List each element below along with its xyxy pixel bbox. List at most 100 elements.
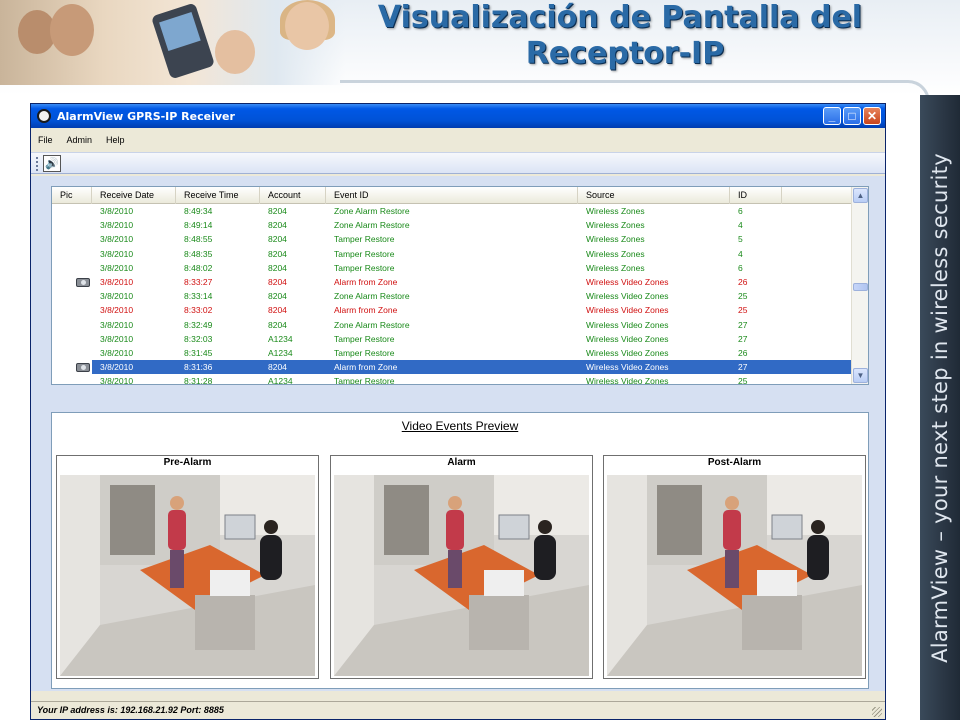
column-header-receive-time[interactable]: Receive Time [176,187,260,204]
cell-date: 3/8/2010 [100,305,134,316]
cell-id: 25 [738,305,748,316]
cell-pic [52,289,92,304]
cell-account: A1234 [268,376,293,385]
cell-id: 4 [738,248,743,259]
cell-pic [52,331,92,346]
cell-time: 8:48:55 [184,234,213,245]
cell-pic [52,246,92,261]
table-row[interactable]: 3/8/2010 8:31:45 A1234 Tamper Restore Wirele… [52,345,852,361]
side-tagline: AlarmView – your next step in wireless s… [920,95,960,720]
sound-button[interactable]: 🔊 [43,155,61,172]
cell-date: 3/8/2010 [100,347,134,358]
table-row[interactable]: 3/8/2010 8:32:49 8204 Zone Alarm Restore Wir… [52,317,852,332]
client-area: Pic Receive Date Receive Time Account Ev… [31,176,885,691]
column-header-receive-date[interactable]: Receive Date [92,187,176,204]
status-text: Your IP address is: 192.168.21.92 Port: … [37,705,224,715]
cell-event: Tamper Restore [334,234,395,245]
slide-title-line2: Receptor-IP [525,36,725,71]
video-frame[interactable]: Pre-Alarm [56,455,319,679]
cell-account: 8204 [268,262,287,273]
cell-id: 6 [738,206,743,216]
cell-time: 8:49:14 [184,220,213,231]
scroll-down-button[interactable]: ▼ [853,368,868,383]
video-snapshot[interactable] [607,475,862,676]
minimize-icon: _ [828,109,836,123]
cell-source: Wireless Video Zones [586,376,669,385]
cell-event: Zone Alarm Restore [334,319,410,330]
cell-id: 26 [738,347,748,358]
cell-id: 25 [738,376,748,385]
cell-account: 8204 [268,220,287,231]
video-frame[interactable]: Alarm [330,455,593,679]
camera-icon[interactable] [76,277,90,287]
cell-id: 4 [738,220,743,231]
cell-source: Wireless Zones [586,262,645,273]
cell-time: 8:31:45 [184,347,213,358]
cell-time: 8:33:14 [184,291,213,302]
cell-account: 8204 [268,234,287,245]
table-row[interactable]: 3/8/2010 8:48:02 8204 Tamper Restore Wireles… [52,260,852,275]
resize-grip[interactable] [872,707,882,717]
column-header-filler [782,187,852,204]
cell-source: Wireless Video Zones [586,347,669,358]
window-titlebar[interactable]: AlarmView GPRS-IP Receiver _ □ ✕ [31,104,885,128]
preview-title-text: Video Events Preview [401,419,519,433]
events-grid: Pic Receive Date Receive Time Account Ev… [51,186,869,385]
menu-file[interactable]: File [31,135,60,145]
table-row[interactable]: 3/8/2010 8:49:34 8204 Zone Alarm Restore Wir… [52,204,852,219]
cell-pic [52,232,92,247]
cell-source: Wireless Video Zones [586,276,669,287]
cell-account: 8204 [268,305,287,316]
cell-account: 8204 [268,248,287,259]
maximize-button[interactable]: □ [843,107,861,125]
cell-id: 25 [738,291,748,302]
minimize-button[interactable]: _ [823,107,841,125]
cell-account: 8204 [268,319,287,330]
cell-pic [52,374,92,384]
table-row[interactable]: 3/8/2010 8:32:03 A1234 Tamper Restore Wirele… [52,331,852,346]
cell-event: Alarm from Zone [334,305,398,316]
cell-pic [52,345,92,361]
video-frame[interactable]: Post-Alarm [603,455,866,679]
column-header-event-id[interactable]: Event ID [326,187,578,204]
video-snapshot[interactable] [60,475,315,676]
table-row[interactable]: 3/8/2010 8:49:14 8204 Zone Alarm Restore Wir… [52,218,852,233]
app-icon[interactable] [37,109,51,123]
table-row[interactable]: 3/8/2010 8:31:36 8204 Alarm from Zone Wirele… [52,360,852,375]
cell-event: Zone Alarm Restore [334,220,410,231]
toolbar: 🔊 [31,152,885,174]
cell-event: Tamper Restore [334,333,395,344]
column-header-pic[interactable]: Pic [52,187,92,204]
camera-icon[interactable] [76,363,90,373]
scroll-thumb[interactable] [853,283,868,291]
cell-source: Wireless Video Zones [586,291,669,302]
menu-help[interactable]: Help [99,135,132,145]
cell-source: Wireless Zones [586,234,645,245]
cell-pic [52,317,92,332]
slide-title-line1: Visualización de Pantalla del [377,0,863,35]
cell-event: Tamper Restore [334,376,395,385]
decorative-curve [340,80,930,102]
cell-date: 3/8/2010 [100,276,134,287]
cell-account: 8204 [268,362,287,373]
table-row[interactable]: 3/8/2010 8:48:55 8204 Tamper Restore Wireles… [52,232,852,247]
status-bar: Your IP address is: 192.168.21.92 Port: … [31,701,885,719]
close-button[interactable]: ✕ [863,107,881,125]
menu-admin[interactable]: Admin [60,135,100,145]
column-header-account[interactable]: Account [260,187,326,204]
vertical-scrollbar[interactable]: ▲ ▼ [851,187,868,384]
column-header-id[interactable]: ID [730,187,782,204]
video-snapshot[interactable] [334,475,589,676]
column-header-source[interactable]: Source [578,187,730,204]
table-row[interactable]: 3/8/2010 8:33:02 8204 Alarm from Zone Wirele… [52,303,852,318]
cell-source: Wireless Video Zones [586,333,669,344]
table-row[interactable]: 3/8/2010 8:33:27 8204 Alarm from Zone Wirele… [52,274,852,290]
table-row[interactable]: 3/8/2010 8:31:28 A1234 Tamper Restore Wirele… [52,374,852,385]
scroll-up-button[interactable]: ▲ [853,188,868,203]
cell-date: 3/8/2010 [100,376,134,385]
toolbar-grip[interactable] [36,157,39,171]
table-row[interactable]: 3/8/2010 8:48:35 8204 Tamper Restore Wireles… [52,246,852,261]
phone-photo [150,2,216,80]
cell-pic [52,360,92,375]
table-row[interactable]: 3/8/2010 8:33:14 8204 Zone Alarm Restore Wir… [52,289,852,304]
